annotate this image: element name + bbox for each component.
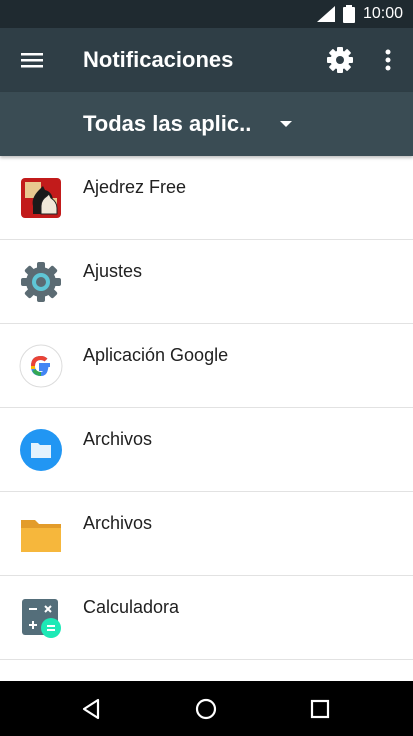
list-item[interactable]: Ajedrez Free (0, 156, 413, 240)
orange-folder-icon (21, 520, 61, 552)
menu-button[interactable] (18, 46, 46, 74)
battery-icon (342, 5, 355, 23)
signal-icon (316, 6, 335, 22)
list-item[interactable]: Archivos (0, 492, 413, 576)
home-circle-icon (195, 698, 217, 720)
app-filter-dropdown[interactable]: Todas las aplic.. (0, 92, 413, 156)
app-toolbar: Notificaciones (0, 28, 413, 92)
filter-selected-value: Todas las aplic.. (83, 111, 252, 136)
dropdown-arrow-icon (280, 121, 292, 127)
hamburger-menu-icon (21, 53, 43, 68)
recents-button[interactable] (306, 695, 334, 723)
settings-gear-icon (21, 262, 61, 302)
back-button[interactable] (78, 695, 106, 723)
status-bar: 10:00 (0, 0, 413, 28)
back-triangle-icon (82, 698, 100, 720)
app-name: Ajustes (83, 261, 143, 281)
status-time: 10:00 (362, 5, 403, 22)
list-item[interactable]: Aplicación Google (0, 324, 413, 408)
app-list: Ajedrez Free Ajustes Aplicación Google A… (0, 156, 413, 660)
files-folder-icon (20, 429, 62, 471)
page-title: Notificaciones (83, 47, 234, 72)
google-g-icon (19, 344, 63, 388)
status-icons: 10:00 (316, 0, 403, 28)
gear-icon (327, 47, 353, 73)
chess-knight-icon (21, 178, 61, 218)
more-vert-icon (385, 49, 391, 71)
more-options-button[interactable] (377, 46, 399, 74)
system-nav-bar (0, 681, 413, 736)
app-name: Aplicación Google (83, 345, 229, 365)
list-item[interactable]: Ajustes (0, 240, 413, 324)
app-name: Archivos (83, 513, 153, 533)
app-name: Archivos (83, 429, 153, 449)
home-button[interactable] (192, 695, 220, 723)
app-name: Ajedrez Free (83, 177, 187, 197)
settings-button[interactable] (325, 45, 355, 75)
recents-square-icon (310, 699, 330, 719)
app-name: Calculadora (83, 597, 180, 617)
list-item[interactable]: Archivos (0, 408, 413, 492)
calculator-icon (22, 599, 61, 638)
list-item[interactable]: Calculadora (0, 576, 413, 660)
